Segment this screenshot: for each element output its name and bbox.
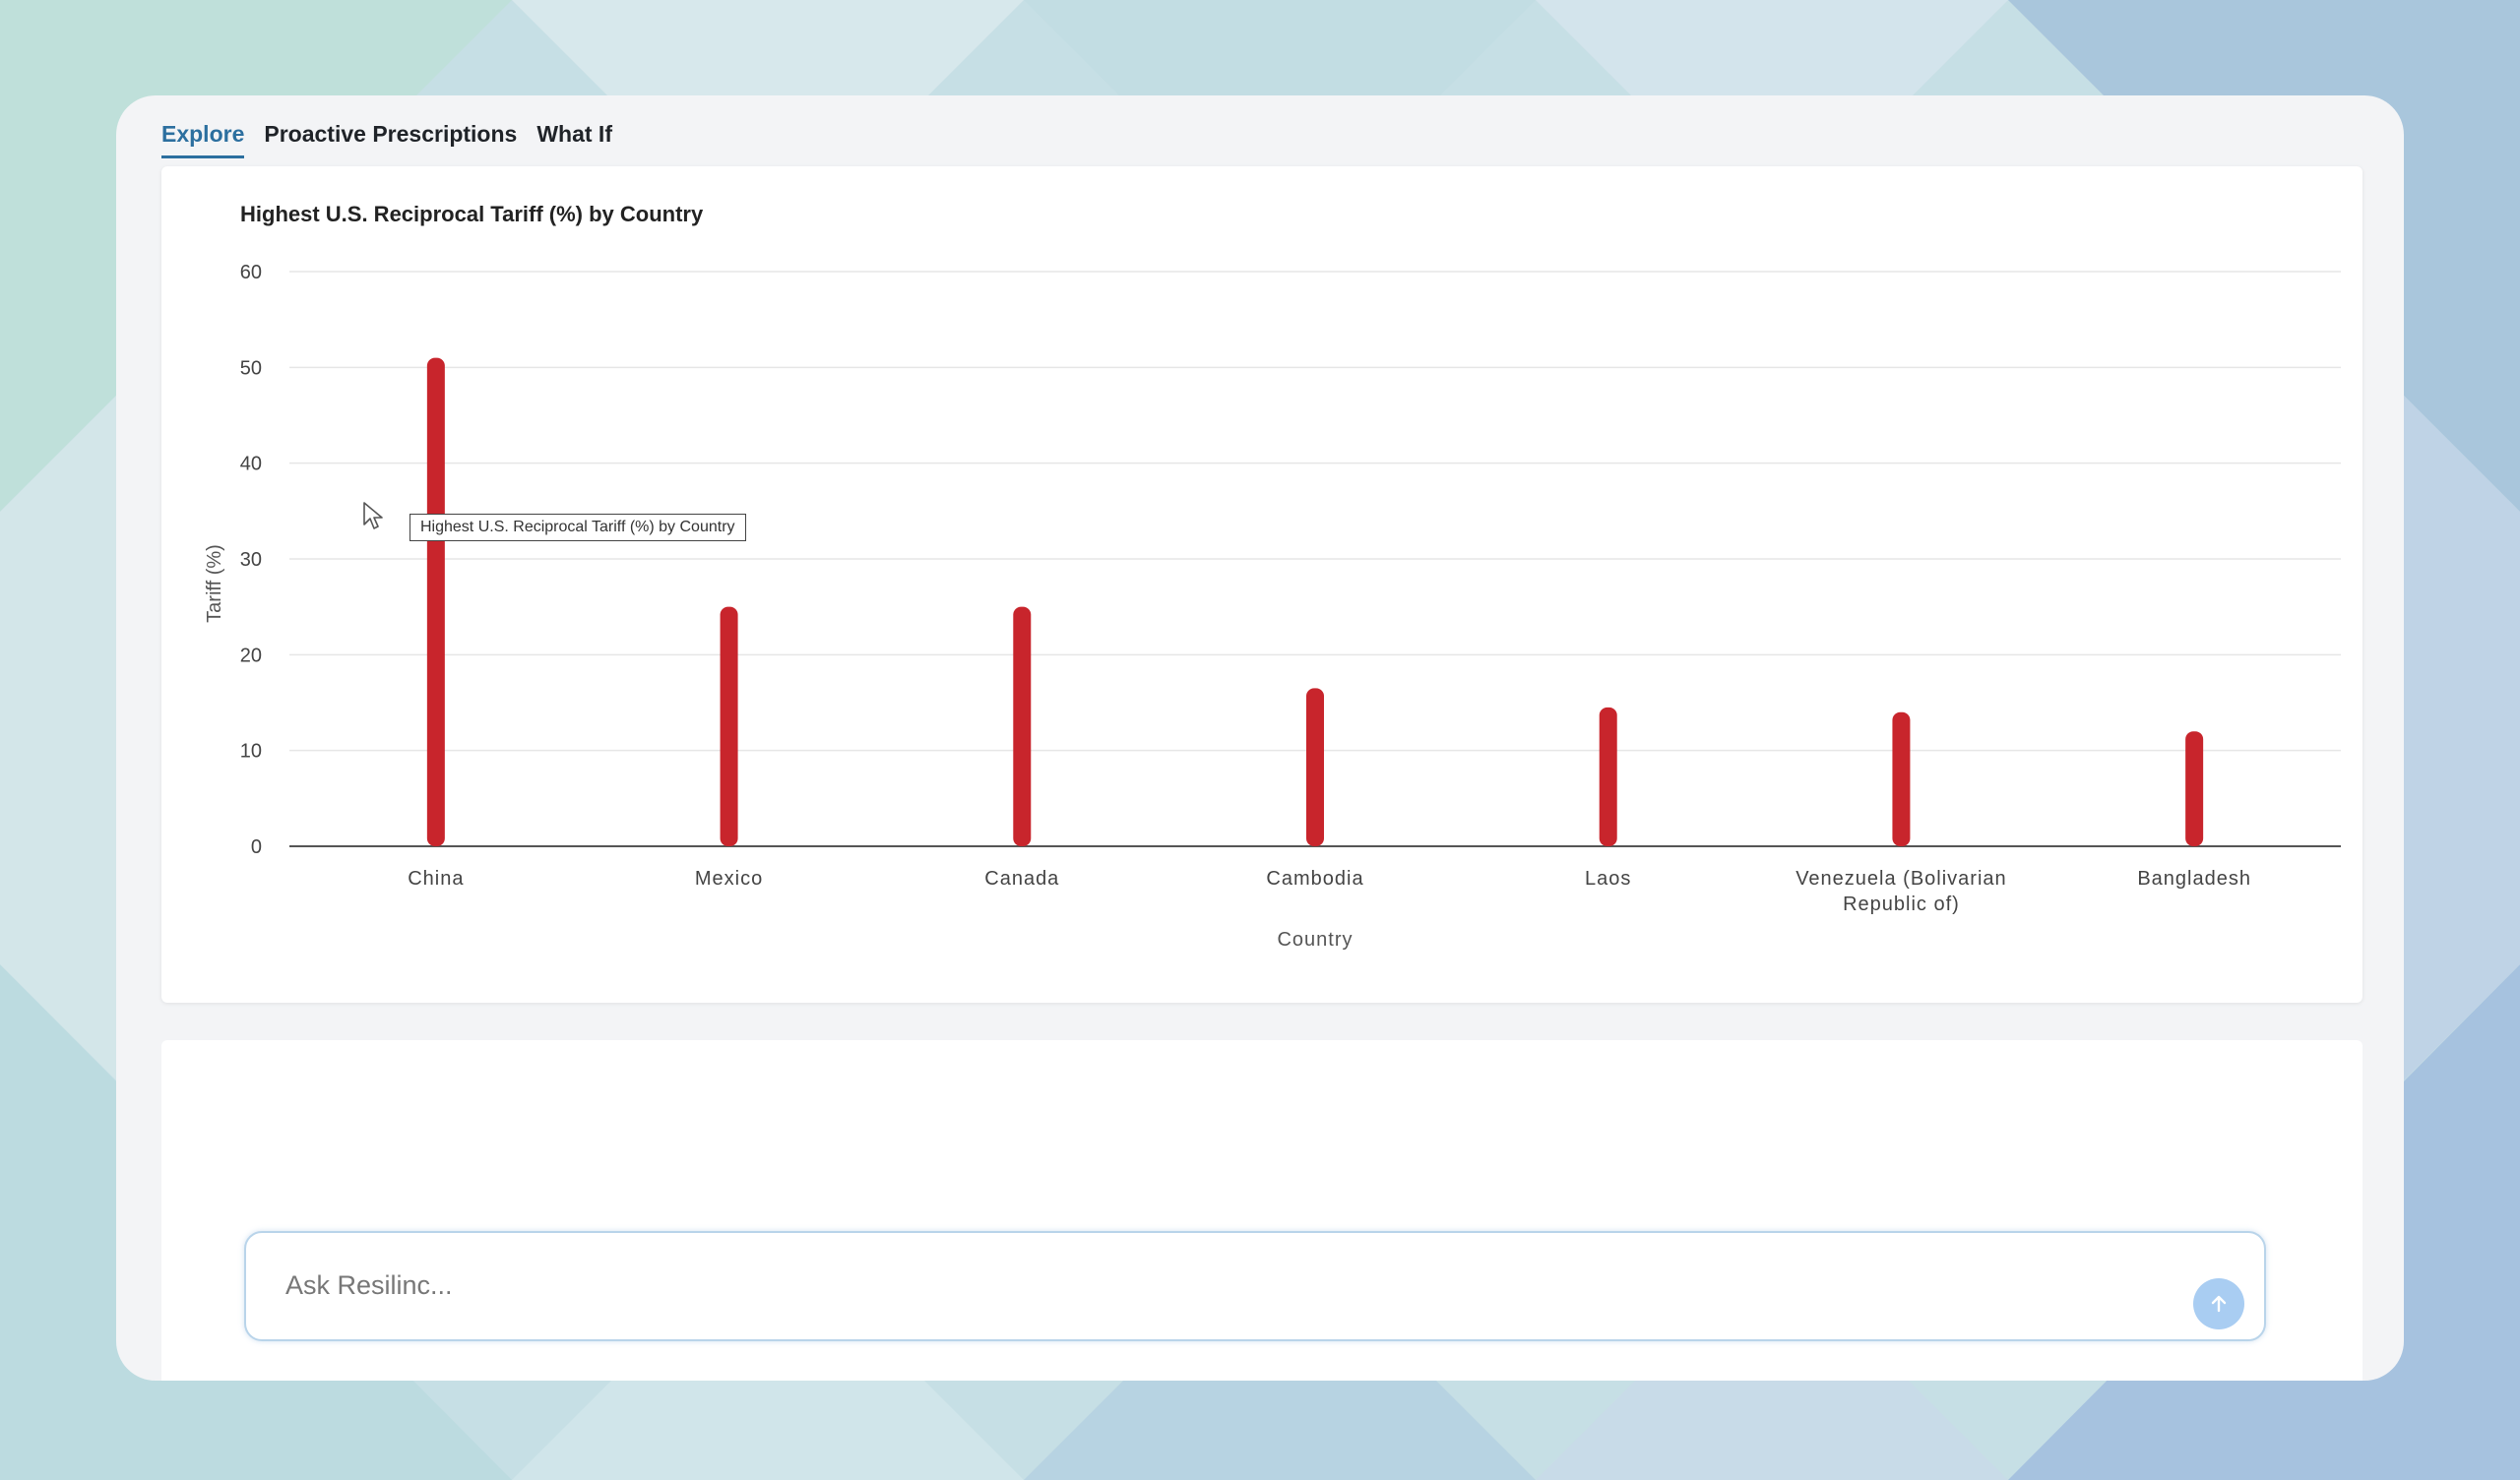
y-tick-label: 50 bbox=[240, 357, 262, 379]
ask-input[interactable] bbox=[284, 1263, 2158, 1308]
chart-card: Highest U.S. Reciprocal Tariff (%) by Co… bbox=[161, 166, 2362, 1003]
x-axis-title: Country bbox=[1277, 929, 1353, 951]
tab-explore[interactable]: Explore bbox=[161, 109, 245, 158]
x-tick-label: Laos bbox=[1585, 868, 1631, 890]
y-tick-label: 40 bbox=[240, 454, 262, 475]
y-tick-label: 30 bbox=[240, 549, 262, 571]
bar bbox=[720, 606, 738, 846]
x-tick-label: Cambodia bbox=[1266, 868, 1363, 890]
x-tick-label: Mexico bbox=[695, 868, 763, 890]
y-tick-label: 10 bbox=[240, 741, 262, 763]
mouse-cursor-icon bbox=[363, 502, 383, 529]
tab-what-if[interactable]: What If bbox=[536, 109, 612, 158]
x-tick-label: Republic of) bbox=[1843, 894, 1960, 915]
tab-bar: Explore Proactive Prescriptions What If bbox=[161, 109, 612, 158]
y-tick-label: 0 bbox=[251, 836, 262, 858]
arrow-up-icon bbox=[2211, 1295, 2227, 1313]
x-tick-label: China bbox=[408, 868, 464, 890]
chart-tooltip: Highest U.S. Reciprocal Tariff (%) by Co… bbox=[410, 514, 746, 541]
bar bbox=[1013, 606, 1032, 846]
bar bbox=[426, 357, 445, 846]
send-button[interactable] bbox=[2193, 1278, 2244, 1329]
tab-proactive-prescriptions[interactable]: Proactive Prescriptions bbox=[264, 109, 517, 158]
app-window: Explore Proactive Prescriptions What If … bbox=[116, 95, 2404, 1381]
bar-chart: 0 10 20 30 40 50 60 China Mexico Canada Cambodia La… bbox=[204, 262, 2341, 951]
bar bbox=[1892, 711, 1911, 846]
x-tick-label: Canada bbox=[984, 868, 1059, 890]
bar bbox=[1306, 688, 1324, 846]
y-tick-label: 20 bbox=[240, 645, 262, 666]
bar bbox=[1599, 707, 1617, 846]
y-tick-label: 60 bbox=[240, 262, 262, 283]
x-tick-label: Bangladesh bbox=[2137, 868, 2251, 890]
y-axis-title: Tariff (%) bbox=[204, 544, 225, 623]
bar bbox=[2185, 731, 2204, 846]
chat-input-box[interactable] bbox=[244, 1231, 2266, 1341]
x-tick-label: Venezuela (Bolivarian bbox=[1796, 868, 2006, 890]
